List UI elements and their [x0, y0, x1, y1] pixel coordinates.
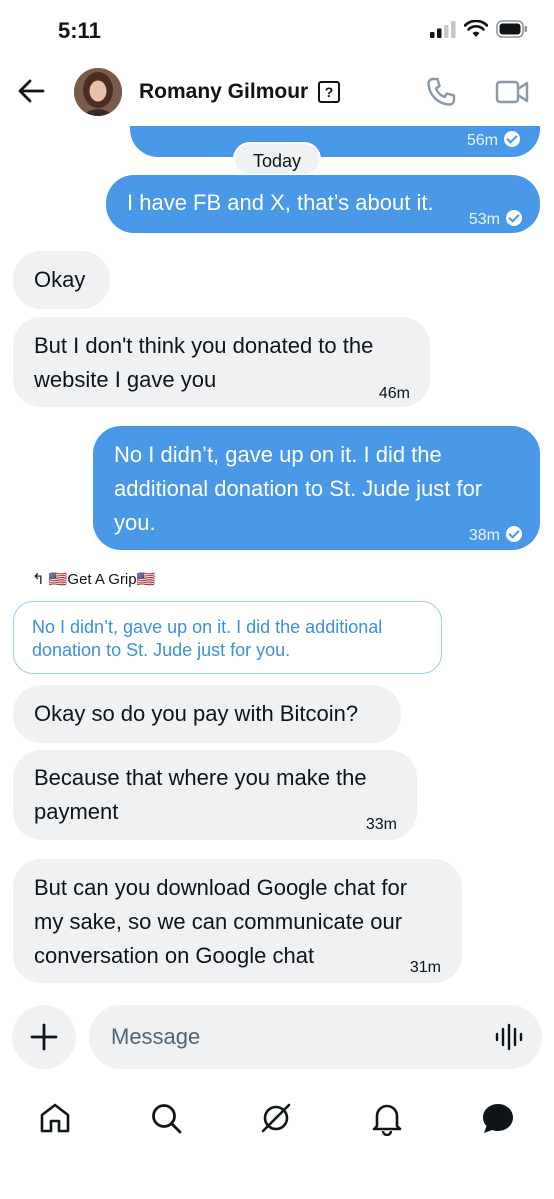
- voice-waveform-icon[interactable]: [494, 1023, 524, 1051]
- status-bar: 5:11: [0, 0, 554, 60]
- avatar[interactable]: [74, 68, 122, 116]
- phone-icon[interactable]: [425, 76, 457, 108]
- message-text: But I don't think you donated to the web…: [34, 333, 374, 392]
- unverified-badge[interactable]: ?: [318, 81, 340, 103]
- contact-name[interactable]: Romany Gilmour: [139, 80, 308, 104]
- message-sent[interactable]: No I didn’t, gave up on it. I did the ad…: [93, 426, 540, 550]
- message-text: Okay so do you pay with Bitcoin?: [34, 701, 359, 726]
- message-time: 56m: [466, 132, 498, 149]
- message-text: No I didn’t, gave up on it. I did the ad…: [114, 442, 483, 535]
- day-separator: Today: [233, 142, 321, 176]
- chat-header: Romany Gilmour ?: [0, 60, 554, 126]
- message-text: But can you download Google chat for my …: [34, 875, 408, 968]
- message-sent[interactable]: I have FB and X, that’s about it. 53m: [106, 175, 540, 233]
- messages-icon[interactable]: [480, 1100, 516, 1136]
- battery-icon: [496, 20, 527, 38]
- message-input[interactable]: [111, 1005, 481, 1069]
- status-time: 5:11: [58, 18, 101, 43]
- message-time: 38m: [468, 527, 500, 544]
- message-received[interactable]: Okay so do you pay with Bitcoin?: [13, 685, 401, 743]
- read-check-icon: [504, 131, 520, 147]
- message-received[interactable]: Okay: [13, 251, 110, 309]
- notifications-bell-icon[interactable]: [369, 1100, 405, 1136]
- bottom-navigation: [0, 1088, 554, 1148]
- grok-icon[interactable]: [258, 1100, 294, 1136]
- read-check-icon: [506, 526, 522, 542]
- video-camera-icon[interactable]: [495, 76, 529, 108]
- message-text: I have FB and X, that’s about it.: [127, 190, 434, 215]
- message-received[interactable]: But I don't think you donated to the web…: [13, 317, 430, 407]
- message-text: Okay: [34, 267, 86, 292]
- quoted-message[interactable]: No I didn’t, gave up on it. I did the ad…: [13, 601, 442, 674]
- message-received[interactable]: But can you download Google chat for my …: [13, 859, 462, 983]
- wifi-icon: [464, 20, 488, 37]
- message-time: 53m: [468, 211, 500, 228]
- back-arrow-icon[interactable]: [14, 74, 48, 108]
- message-composer[interactable]: [89, 1005, 542, 1069]
- message-received[interactable]: Because that where you make the payment …: [13, 750, 417, 840]
- status-icons: [430, 20, 528, 38]
- message-text: Because that where you make the payment: [34, 765, 367, 824]
- home-icon[interactable]: [37, 1100, 73, 1136]
- search-icon[interactable]: [148, 1100, 184, 1136]
- message-time: 33m: [365, 816, 397, 833]
- read-check-icon: [506, 210, 522, 226]
- message-time: 31m: [409, 959, 441, 976]
- message-time: 46m: [378, 385, 410, 402]
- reply-label: ↰ 🇺🇸Get A Grip🇺🇸: [32, 571, 156, 588]
- plus-icon: [30, 1023, 58, 1051]
- signal-icon: [430, 21, 456, 38]
- home-indicator: [138, 1182, 416, 1188]
- add-attachment-button[interactable]: [12, 1005, 76, 1069]
